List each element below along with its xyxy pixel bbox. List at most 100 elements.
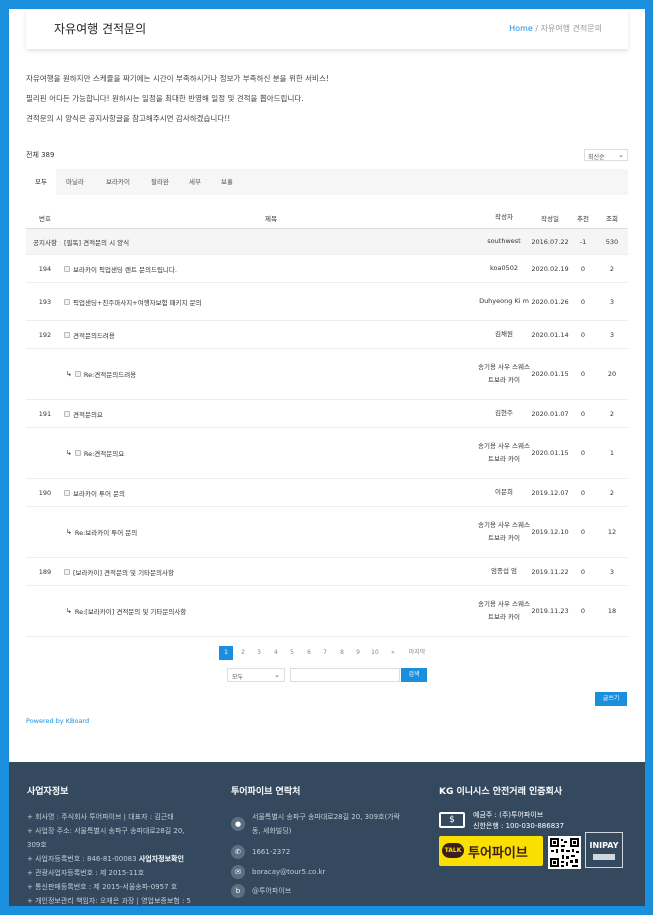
page-link-10[interactable]: 10 [367,646,383,660]
row-subject-text: Re:보라카이 투어 문의 [74,529,138,537]
tab-cebu[interactable]: 세부 [180,169,210,195]
page-link-1[interactable]: 1 [219,646,233,660]
row-views: 3 [609,297,615,306]
page-link-2[interactable]: 2 [236,646,250,660]
row-recommend: -1 [579,237,587,246]
table-row-reply[interactable]: ↳ Re:보라카이 투어 문의 송기용 사우 스웨스트보라 카이 2019.12.… [26,507,628,558]
row-subject[interactable]: ↳ Re:견적문의요 [64,428,478,478]
row-subject-text: 픽업샌딩+친주마사지+여행자보험 패키지 문의 [73,298,202,307]
tab-palawan[interactable]: 팔라완 [142,169,178,195]
inipay-logo: INIPAY [585,832,623,868]
chevron-down-icon: ⌄ [274,671,280,679]
write-button[interactable]: 글쓰기 [595,692,627,706]
row-recommend: 0 [580,528,586,536]
talk-brand-text: 투어파이브 [468,846,528,861]
row-date: 2019.11.23 [531,607,569,615]
row-views: 2 [609,264,615,273]
page-link-5[interactable]: 5 [285,646,299,660]
row-date: 2020.02.19 [531,264,569,273]
search-field-select[interactable]: 모두 ⌄ [227,668,285,682]
table-row-notice[interactable]: 공지사항 [필독] 견적문의 시 양식 southwest 2016.07.22… [26,229,628,255]
row-views: 2 [609,488,615,497]
table-row[interactable]: 189 [보라카이] 견적문의 및 기타문의사항 엄종섭 엄 2019.11.2… [26,558,628,586]
phone-icon: ✆ [231,845,245,859]
lock-icon [64,410,70,417]
row-author: 엄종섭 엄 [491,567,517,575]
table-row[interactable]: 192 견적문의드려용 김채원 2020.01.14 0 3 [26,321,628,349]
page-link-8[interactable]: 8 [335,646,349,660]
page-link-3[interactable]: 3 [252,646,266,660]
row-subject[interactable]: 보라카이 픽업샌딩 렌트 문의드립니다. [64,255,478,282]
row-recommend: 0 [580,488,586,497]
row-subject[interactable]: [필독] 견적문의 시 양식 [64,229,478,254]
page-link-4[interactable]: 4 [269,646,283,660]
tab-manila[interactable]: 마닐라 [57,169,93,195]
table-row[interactable]: 190 보라카이 투어 문의 이문희 2019.12.07 0 2 [26,479,628,507]
row-subject[interactable]: ↳ Re:[보라카이] 견적문의 및 기타문의사항 [64,586,478,636]
search-button[interactable]: 검색 [401,668,427,682]
row-views: 18 [607,607,617,615]
row-subject[interactable]: 픽업샌딩+친주마사지+여행자보험 패키지 문의 [64,283,478,320]
search-field-select-value: 모두 [232,674,244,681]
total-count: 전체 389 [26,151,55,159]
row-subject[interactable]: ↳ Re:견적문의드려용 [64,349,478,399]
lock-icon [64,331,70,338]
breadcrumb-separator: / [532,24,541,33]
row-subject[interactable]: 견적문의요 [64,400,478,427]
table-row-reply[interactable]: ↳ Re:견적문의드려용 송기용 사우 스웨스트보라 카이 2020.01.15 … [26,349,628,400]
row-date: 2020.01.15 [531,370,569,378]
page-link-9[interactable]: 9 [351,646,365,660]
search-input[interactable] [290,668,400,682]
row-subject-text: [보라카이] 견적문의 및 기타문의사항 [73,568,174,577]
page-last-link[interactable]: 마지막 [403,646,431,660]
row-author: Duhyeong Ki m [479,297,529,305]
table-row-reply[interactable]: ↳ Re:[보라카이] 견적문의 및 기타문의사항 송기용 사우 스웨스트보라 카… [26,586,628,637]
row-views: 3 [609,567,615,576]
page-next-link[interactable]: » [387,646,399,660]
footer-contact-title: 투어파이브 연락처 [231,787,301,797]
tab-bohol[interactable]: 보홀 [212,169,242,195]
header-subject: 제목 [265,214,277,223]
table-row[interactable]: 191 견적문의요 김현주 2020.01.07 0 2 [26,400,628,428]
row-subject[interactable]: ↳ Re:보라카이 투어 문의 [64,507,478,557]
page-link-6[interactable]: 6 [302,646,316,660]
row-views: 20 [607,370,617,378]
contact-kakao[interactable]: @투어파이브 [252,884,402,898]
category-tabs: 모두 마닐라 보라카이 팔라완 세부 보홀 [26,169,628,195]
header-recommend: 추천 [577,214,589,223]
page-link-7[interactable]: 7 [318,646,332,660]
row-recommend: 0 [580,370,586,378]
biz-info-check-link[interactable]: 사업자정보확인 [139,855,184,863]
row-author: 김채원 [495,330,513,338]
row-date: 2016.07.22 [531,237,569,246]
contact-email[interactable]: boracay@tour5.co.kr [252,865,402,879]
powered-by-link[interactable]: Powered by KBoard [26,717,89,725]
footer-biz-line: + 사업장 주소: 서울특별시 송파구 송파대로28길 20, [27,827,185,835]
sort-select[interactable]: 최신순 ⌄ [584,149,628,161]
kakao-icon: b [231,884,245,898]
table-row[interactable]: 193 픽업샌딩+친주마사지+여행자보험 패키지 문의 Duhyeong Ki … [26,283,628,321]
row-subject-text: 보라카이 투어 문의 [73,489,125,498]
talk-bubble-icon: TALK [442,843,464,858]
breadcrumb-home-link[interactable]: Home [509,24,533,33]
footer-biz-line-regno: + 사업자등록번호 : 846-81-00083 사업자정보확인 [27,852,215,866]
row-num [26,349,64,399]
row-num [26,428,64,478]
row-recommend: 0 [580,449,586,457]
row-views: 2 [609,409,615,418]
row-subject[interactable]: 보라카이 투어 문의 [64,479,478,506]
row-num: 193 [38,297,52,306]
row-subject[interactable]: 견적문의드려용 [64,321,478,348]
tab-boracay[interactable]: 보라카이 [97,169,139,195]
intro-line: 필리핀 어디든 가능합니다! 원하시는 일정을 최대한 반영해 일정 및 견적을… [26,94,304,103]
row-num: 190 [38,488,52,497]
kakaotalk-banner[interactable]: TALK 투어파이브 [439,836,543,866]
table-row-reply[interactable]: ↳ Re:견적문의요 송기용 사우 스웨스트보라 카이 2020.01.15 0 … [26,428,628,479]
table-row[interactable]: 194 보라카이 픽업샌딩 렌트 문의드립니다. koa0502 2020.02… [26,255,628,283]
lock-icon [64,298,70,305]
row-subject[interactable]: [보라카이] 견적문의 및 기타문의사항 [64,558,478,585]
row-num: 192 [38,330,52,339]
tab-all[interactable]: 모두 [26,169,56,195]
row-recommend: 0 [580,607,586,615]
footer-biz-line: + 회사명 : 주식회사 투어파이브 | 대표자 : 김근태 [27,813,174,821]
